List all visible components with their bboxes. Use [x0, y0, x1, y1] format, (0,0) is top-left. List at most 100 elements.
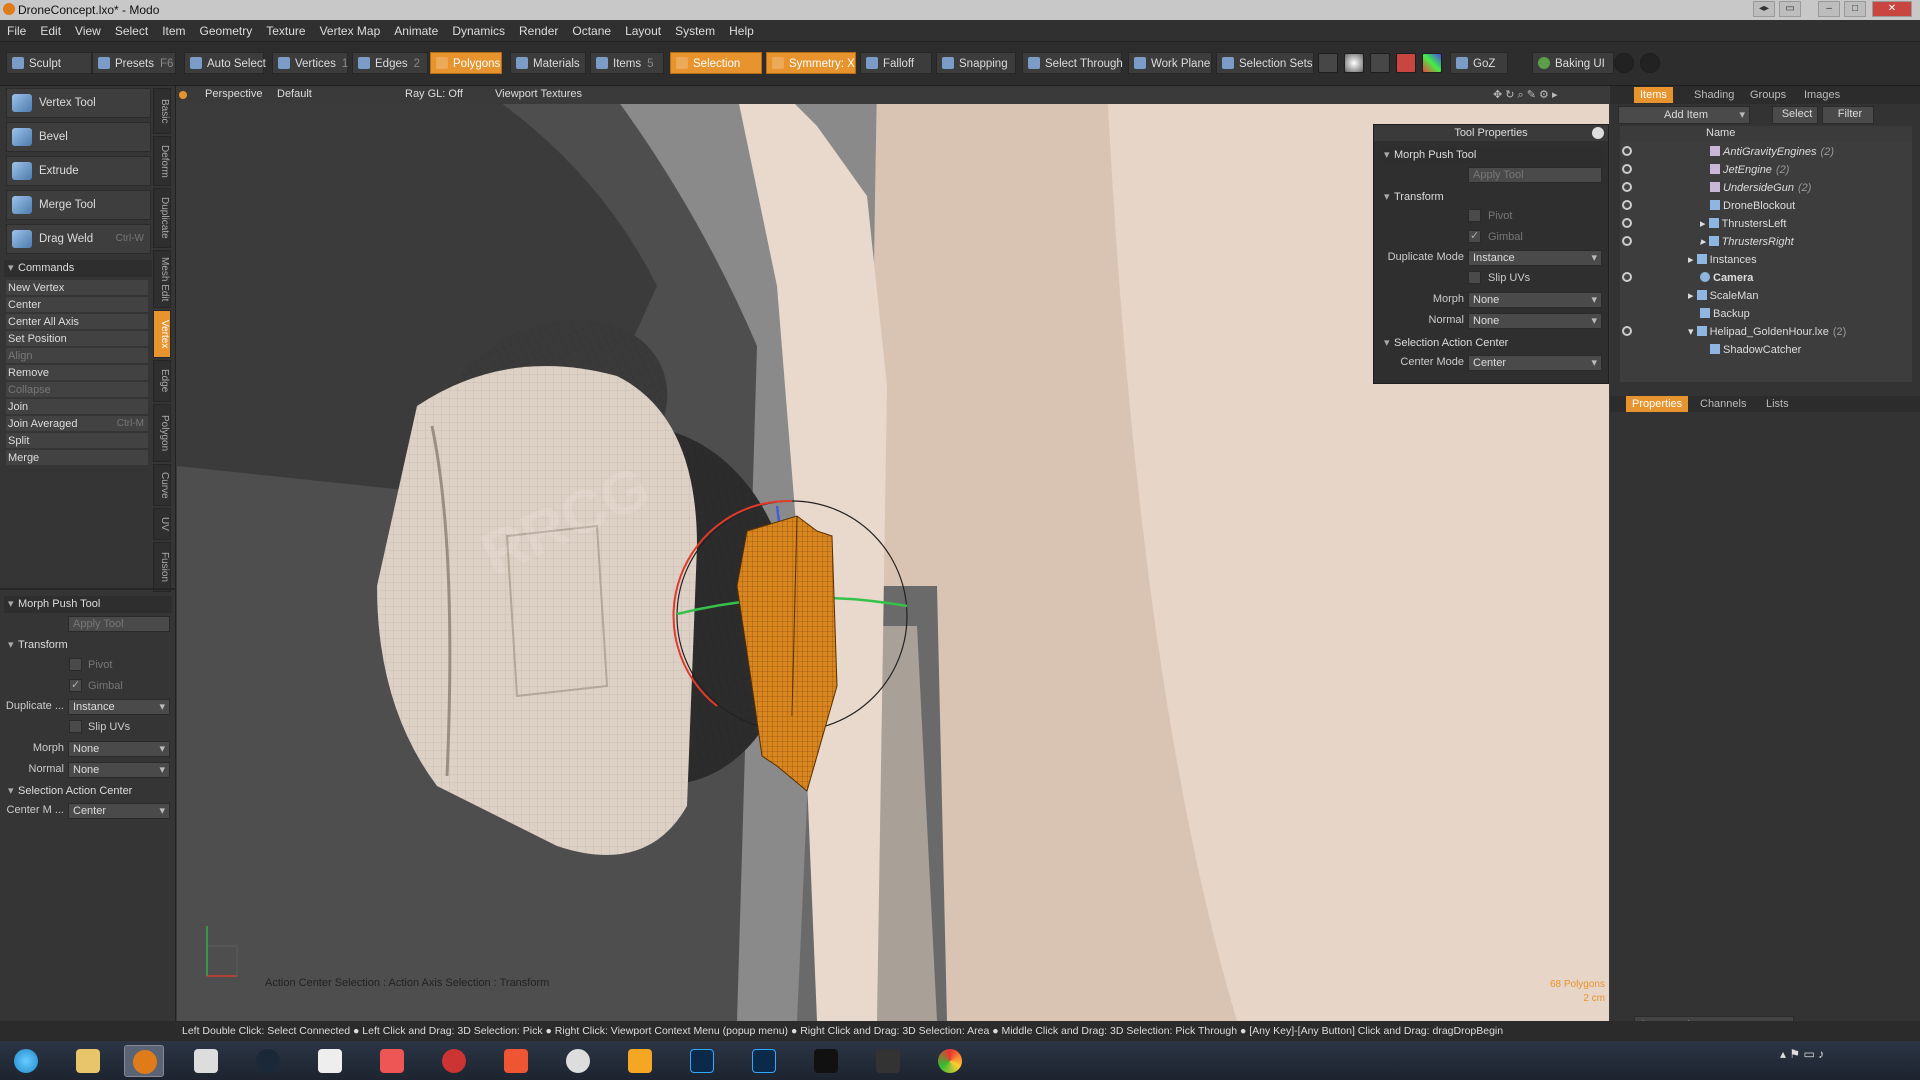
expand-arrow-icon[interactable]: ▸ [1688, 254, 1697, 266]
eye-icon[interactable] [1622, 164, 1632, 174]
tp-pivot-checkbox[interactable] [1468, 209, 1481, 222]
unreal-icon[interactable] [1640, 53, 1660, 73]
symmetry-button[interactable]: Symmetry: X [766, 52, 856, 74]
tab-fusion[interactable]: Fusion [153, 542, 171, 592]
add-plugin-icon[interactable] [1396, 53, 1416, 73]
taskbar-app[interactable] [434, 1045, 474, 1077]
taskbar-app[interactable] [744, 1045, 784, 1077]
drag-weld-button[interactable]: Drag Weld Ctrl-W [6, 224, 151, 254]
normal-dropdown[interactable]: None [68, 762, 170, 778]
tab-vertex[interactable]: Vertex [153, 310, 171, 358]
center-mode-dropdown[interactable]: Center [68, 803, 170, 819]
viewport-options-icon[interactable] [179, 91, 187, 99]
expand-arrow-icon[interactable]: ▾ [1688, 326, 1697, 338]
auto-select-button[interactable]: Auto Select [184, 52, 266, 74]
list-item[interactable]: DroneBlockout [1620, 197, 1912, 215]
name-column-header[interactable]: Name [1706, 127, 1735, 139]
items-mode-button[interactable]: Items 5 [590, 52, 664, 74]
tp-transform-section[interactable]: Transform [1380, 189, 1604, 206]
tab-uv[interactable]: UV [153, 508, 171, 540]
selection-sets-button[interactable]: Selection Sets [1216, 52, 1314, 74]
select-button[interactable]: Select [1772, 106, 1818, 124]
list-item[interactable]: UndersideGun (2) [1620, 179, 1912, 197]
taskbar-app[interactable] [620, 1045, 660, 1077]
menu-layout[interactable]: Layout [618, 20, 668, 38]
menu-render[interactable]: Render [512, 20, 565, 38]
edges-mode-button[interactable]: Edges 2 [352, 52, 428, 74]
taskbar-app[interactable] [310, 1045, 350, 1077]
tab-mesh-edit[interactable]: Mesh Edit [153, 250, 171, 308]
apply-tool-button[interactable]: Apply Tool [68, 616, 170, 632]
work-plane-button[interactable]: Work Plane [1128, 52, 1212, 74]
menu-vertex-map[interactable]: Vertex Map [313, 20, 388, 38]
eye-icon[interactable] [1622, 146, 1632, 156]
list-item[interactable]: Backup [1620, 305, 1912, 323]
menu-geometry[interactable]: Geometry [193, 20, 260, 38]
viewport-navigation-icons[interactable]: ✥ ↻ ⌕ ✎ ⚙ ▸ [1493, 88, 1557, 102]
taskbar-app[interactable] [248, 1045, 288, 1077]
taskbar-app[interactable] [186, 1045, 226, 1077]
bevel-button[interactable]: Bevel [6, 122, 151, 152]
taskbar-app[interactable] [124, 1045, 164, 1077]
list-item[interactable]: ShadowCatcher [1620, 341, 1912, 359]
tp-duplicate-mode-dropdown[interactable]: Instance [1468, 250, 1602, 266]
viewport-textures-toggle[interactable]: Viewport Textures [495, 88, 582, 100]
taskbar-app[interactable] [682, 1045, 722, 1077]
close-popover-icon[interactable] [1592, 127, 1604, 139]
cmd-set-position[interactable]: Set Position [6, 331, 148, 347]
taskbar-app[interactable] [806, 1045, 846, 1077]
menu-select[interactable]: Select [108, 20, 155, 38]
list-item[interactable]: Camera [1620, 269, 1912, 287]
taskbar-app[interactable] [372, 1045, 412, 1077]
minimize-icon[interactable]: – [1818, 1, 1840, 17]
shading-ball-icon[interactable] [1344, 53, 1364, 73]
selection-button[interactable]: Selection [670, 52, 762, 74]
tab-images[interactable]: Images [1798, 87, 1846, 103]
transform-section[interactable]: Transform [4, 637, 172, 654]
taskbar-app[interactable] [558, 1045, 598, 1077]
extrude-button[interactable]: Extrude [6, 156, 151, 186]
merge-tool-button[interactable]: Merge Tool [6, 190, 151, 220]
keyshot-icon[interactable] [1370, 53, 1390, 73]
eye-icon[interactable] [1622, 182, 1632, 192]
window-layout-button[interactable]: ▭ [1779, 1, 1801, 17]
cmd-split[interactable]: Split [6, 433, 148, 449]
render-sphere-icon[interactable] [1318, 53, 1338, 73]
slip-uvs-checkbox[interactable] [69, 720, 82, 733]
color-tool-icon[interactable] [1422, 53, 1442, 73]
close-icon[interactable]: ✕ [1872, 1, 1912, 17]
tp-slip-uvs-checkbox[interactable] [1468, 271, 1481, 284]
tab-items[interactable]: Items [1634, 87, 1673, 103]
presets-button[interactable]: Presets F6 [92, 52, 176, 74]
taskbar-app[interactable] [496, 1045, 536, 1077]
expand-arrow-icon[interactable]: ▸ [1688, 290, 1697, 302]
expand-arrow-icon[interactable]: ▸ [1700, 236, 1709, 248]
menu-animate[interactable]: Animate [387, 20, 445, 38]
menu-help[interactable]: Help [722, 20, 761, 38]
taskbar-app[interactable] [868, 1045, 908, 1077]
list-item[interactable]: ▸ ThrustersLeft [1620, 215, 1912, 233]
taskbar-app[interactable] [930, 1045, 970, 1077]
add-item-dropdown[interactable]: Add Item [1618, 106, 1750, 124]
list-item[interactable]: JetEngine (2) [1620, 161, 1912, 179]
sculpt-button[interactable]: Sculpt [6, 52, 92, 74]
menu-item[interactable]: Item [155, 20, 192, 38]
taskbar-app[interactable] [68, 1045, 108, 1077]
tab-deform[interactable]: Deform [153, 136, 171, 186]
tab-groups[interactable]: Groups [1744, 87, 1792, 103]
list-item[interactable]: ▸ Instances [1620, 251, 1912, 269]
vertex-tool-button[interactable]: Vertex Tool [6, 88, 151, 118]
eye-icon[interactable] [1622, 200, 1632, 210]
window-extra-button[interactable]: ◂▸ [1753, 1, 1775, 17]
tab-properties[interactable]: Properties [1626, 396, 1689, 412]
menu-dynamics[interactable]: Dynamics [445, 20, 512, 38]
menu-file[interactable]: File [0, 20, 33, 38]
list-item[interactable]: ▸ ScaleMan [1620, 287, 1912, 305]
pivot-checkbox[interactable] [69, 658, 82, 671]
gimbal-checkbox[interactable] [69, 678, 82, 692]
polygons-mode-button[interactable]: Polygons [430, 52, 502, 74]
commands-header[interactable]: Commands [4, 260, 152, 277]
tab-edge[interactable]: Edge [153, 360, 171, 402]
menu-texture[interactable]: Texture [259, 20, 312, 38]
tab-duplicate[interactable]: Duplicate [153, 188, 171, 248]
